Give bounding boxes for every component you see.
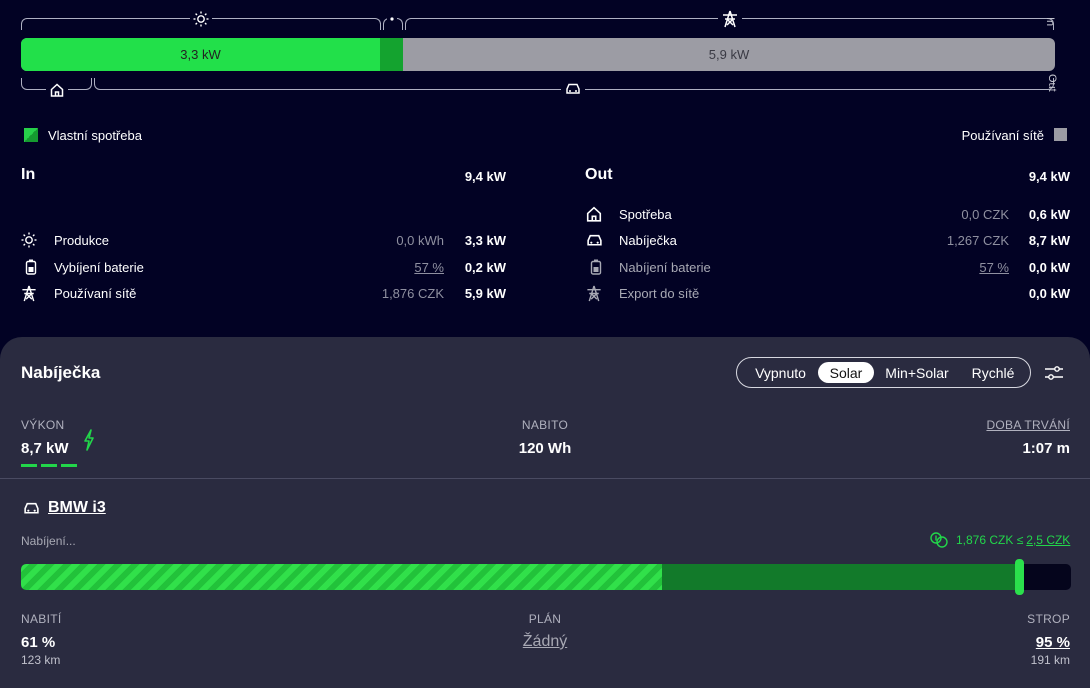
out-row-label: Export do sítě [619,285,700,301]
vehicle-soc-progress [21,564,1071,590]
limit-value-link[interactable]: 95 % [920,634,1070,651]
soc-value: 61 % [21,634,56,651]
out-row-value: 8,7 kW [1028,233,1070,248]
price-text: 1,876 CZK ≤ [956,533,1024,547]
coins-icon [930,532,948,548]
out-side-label: Out [1046,74,1058,92]
soc-range: 123 km [21,653,61,667]
grid-use-swatch [1054,128,1067,141]
in-total: 9,4 kW [464,169,506,184]
legend-self-consumption: Vlastní spotřeba [48,128,142,143]
limit-label: STROP [1027,612,1070,626]
mode-solar-button[interactable]: Solar [818,362,874,383]
in-title: In [21,166,36,183]
lightning-icon [81,428,97,452]
out-row-label: Nabíječka [619,232,677,248]
in-row-label: Používaní sítě [54,285,137,301]
vehicle-name-link[interactable]: BMW i3 [48,499,106,517]
mode-fast-button[interactable]: Rychlé [962,362,1024,383]
charged-label: NABITO [521,418,569,432]
limit-range: 191 km [1030,653,1070,667]
out-row-export: Export do sítě [586,283,699,303]
charged-value: 120 Wh [518,440,572,457]
car-icon [561,81,585,97]
out-total: 9,4 kW [1028,169,1070,184]
legend-grid-use: Používaní sítě [961,128,1044,143]
in-row-grid: Používaní sítě [21,283,136,303]
duration-value: 1:07 m [1022,440,1070,457]
out-title: Out [585,166,613,183]
out-row-battery: Nabíjení baterie [586,257,711,277]
soc-label: NABITÍ [21,612,62,626]
out-row-charger: Nabíječka [586,230,677,250]
grid-segment: 5,9 kW [708,47,750,62]
power-level-bar [21,464,37,467]
plan-link[interactable]: Žádný [445,633,645,651]
mode-off-button[interactable]: Vypnuto [743,362,818,383]
car-icon [21,500,41,516]
plan-label: PLÁN [528,612,562,626]
home-icon [46,81,68,99]
out-row-label: Nabíjení baterie [619,259,711,275]
in-row-value: 5,9 kW [464,286,506,301]
duration-label-link[interactable]: DOBA TRVÁNÍ [920,418,1070,432]
in-row-produkce: Produkce [21,230,109,250]
flow-bar: 3,3 kW 5,9 kW [21,38,1055,71]
power-tower-icon [21,285,41,302]
limit-fill [662,564,1019,590]
self-consumption-swatch [24,128,38,142]
battery-icon [586,259,606,275]
out-row-value: 0,0 kW [1028,286,1070,301]
power-value: 8,7 kW [21,440,69,457]
sun-icon [21,232,41,248]
power-level-bar [61,464,77,467]
sun-icon [190,10,212,28]
power-tower-icon [718,9,742,29]
in-side-label: In [1044,17,1056,27]
price-limit: 1,876 CZK ≤ 2,5 CZK [930,532,1070,548]
battery-dot-icon [387,14,397,24]
power-tower-icon [586,285,606,302]
out-row-consumption: Spotřeba [586,204,672,224]
power-label: VÝKON [21,418,65,432]
car-icon [586,234,606,247]
settings-sliders-icon[interactable] [1042,362,1066,384]
in-row-value: 3,3 kW [464,233,506,248]
out-row-value: 0,0 kW [1028,260,1070,275]
charging-status: Nabíjení... [21,534,76,548]
out-row-label: Spotřeba [619,206,672,222]
home-icon [586,206,606,222]
limit-slider-handle[interactable] [1015,559,1024,595]
in-row-label: Produkce [54,232,109,248]
charger-title: Nabíječka [21,363,101,382]
in-row-value: 0,2 kW [464,260,506,275]
soc-fill [21,564,662,590]
out-row-value: 0,6 kW [1028,207,1070,222]
mode-selector: Vypnuto Solar Min+Solar Rychlé [736,357,1031,388]
power-level-bar [41,464,57,467]
mode-minsolar-button[interactable]: Min+Solar [878,362,956,383]
battery-segment [380,38,403,71]
in-row-label: Vybíjení baterie [54,259,144,275]
in-row-battery: Vybíjení baterie [21,257,144,277]
battery-icon [21,259,41,275]
price-limit-link[interactable]: 2,5 CZK [1026,533,1070,547]
divider [0,478,1090,479]
solar-segment: 3,3 kW [21,38,380,71]
